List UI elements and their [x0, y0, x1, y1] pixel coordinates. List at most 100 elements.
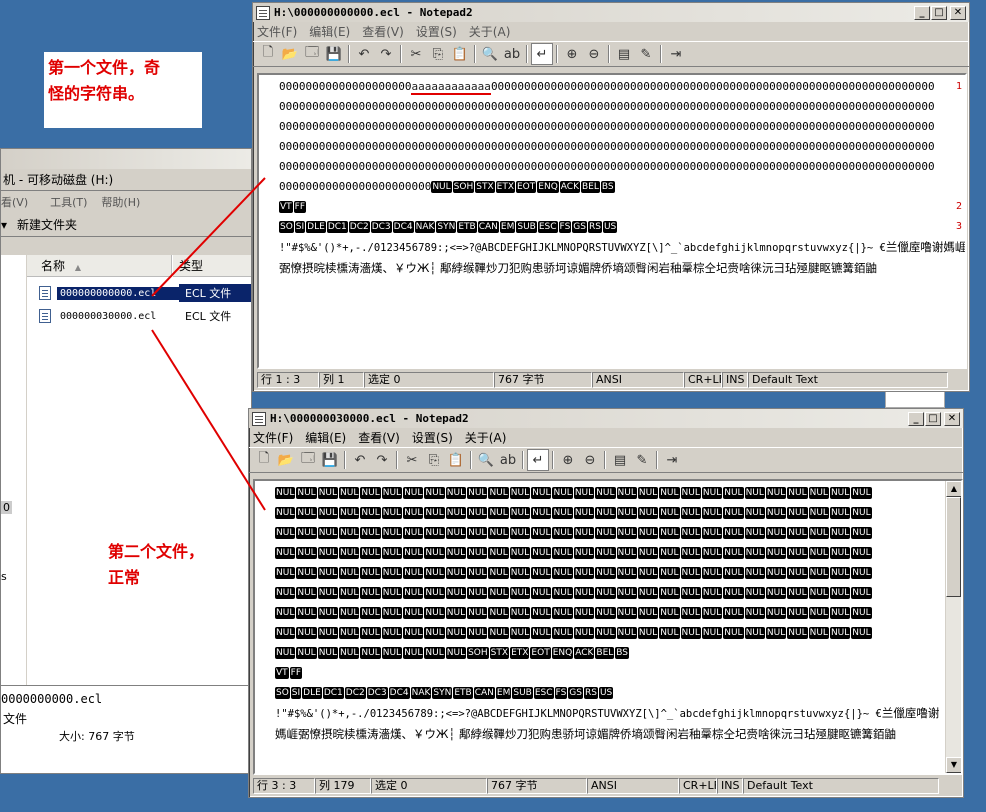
menu-view[interactable]: 查看(V) [362, 23, 404, 40]
text-line: 0000000000000000000000000000000000000000… [279, 140, 935, 153]
customize-icon[interactable]: ✎ [631, 449, 653, 471]
text-line: NUL NUL NUL NUL NUL NUL NUL NUL NUL NUL NUL NUL NUL N… [275, 485, 947, 501]
cut-icon[interactable]: ✂ [405, 43, 427, 65]
cut-icon[interactable]: ✂ [401, 449, 423, 471]
control-char-nul: NUL [723, 607, 744, 619]
browse-icon[interactable]: 🗔 [301, 43, 323, 65]
file-row[interactable]: 000000030000.ecl ECL 文件 [39, 307, 251, 325]
menu-view[interactable]: 查看(V) [358, 429, 400, 446]
scheme-icon[interactable]: ▤ [613, 43, 635, 65]
maximize-button[interactable]: □ [925, 411, 941, 426]
open-folder-icon[interactable]: 📂 [279, 43, 301, 65]
control-char-nul: NUL [275, 647, 296, 659]
control-char-nul: NUL [723, 587, 744, 599]
control-char-nul: NUL [360, 567, 381, 579]
scroll-thumb[interactable] [946, 497, 961, 597]
control-char-bs: BS [615, 647, 630, 659]
exit-icon[interactable]: ⇥ [661, 449, 683, 471]
toolbar-separator [348, 45, 350, 63]
status-encoding: ANSI [587, 778, 679, 794]
menu-edit[interactable]: 编辑(E) [305, 429, 346, 446]
editor-area[interactable]: 1 2 3 00000000000000000000aaaaaaaaaaaa00… [257, 73, 967, 369]
scroll-down-arrow[interactable]: ▼ [946, 757, 961, 773]
menu-settings[interactable]: 设置(S) [416, 23, 457, 40]
new-file-icon[interactable]: 🗋 [253, 449, 275, 471]
chevron-down-icon[interactable]: ▾ [1, 218, 7, 232]
maximize-button[interactable]: □ [931, 5, 947, 20]
zeros-segment: 0000000000000000000000000000000000000000… [490, 80, 935, 93]
menu-bar: 文件(F) 编辑(E) 查看(V) 设置(S) 关于(A) [249, 428, 963, 447]
word-wrap-icon[interactable]: ↵ [531, 43, 553, 65]
control-char-nul: NUL [701, 507, 723, 519]
text-line: NUL NUL NUL NUL NUL NUL NUL NUL NUL NUL NUL NUL NUL N… [275, 505, 947, 521]
explorer-menu-help[interactable]: 帮助(H) [101, 194, 140, 210]
control-char-nul: NUL [381, 527, 403, 539]
explorer-menu-view[interactable]: 看(V) [1, 194, 28, 210]
paste-icon[interactable]: 📋 [445, 449, 467, 471]
control-char-nul: NUL [595, 507, 616, 519]
control-char-nul: NUL [531, 567, 552, 579]
replace-icon[interactable]: ab [501, 43, 523, 65]
minimize-button[interactable]: _ [908, 411, 924, 426]
exit-icon[interactable]: ⇥ [665, 43, 687, 65]
menu-file[interactable]: 文件(F) [253, 429, 293, 446]
explorer-address[interactable]: 机 - 可移动磁盘 (H:) [1, 169, 251, 191]
control-char-nul: NUL [765, 527, 787, 539]
word-wrap-icon[interactable]: ↵ [527, 449, 549, 471]
zoom-out-icon[interactable]: ⊖ [583, 43, 605, 65]
column-header-name[interactable]: 名称 ▲ [27, 255, 172, 277]
control-char-us: US [598, 687, 614, 699]
control-char-nul: NUL [595, 587, 616, 599]
new-folder-button[interactable]: 新建文件夹 [17, 216, 77, 233]
control-char-nul: NUL [509, 487, 531, 499]
find-icon[interactable]: 🔍 [479, 43, 501, 65]
title-bar[interactable]: H:\000000030000.ecl - Notepad2 _ □ ✕ [249, 409, 963, 428]
control-char-nul: NUL [637, 527, 659, 539]
redo-icon[interactable]: ↷ [375, 43, 397, 65]
control-char-nul: NUL [787, 527, 808, 539]
find-icon[interactable]: 🔍 [475, 449, 497, 471]
replace-icon[interactable]: ab [497, 449, 519, 471]
note-2-line-1: 第二个文件， [108, 542, 205, 561]
undo-icon[interactable]: ↶ [353, 43, 375, 65]
redo-icon[interactable]: ↷ [371, 449, 393, 471]
control-char-ff: FF [289, 667, 303, 679]
customize-icon[interactable]: ✎ [635, 43, 657, 65]
copy-icon[interactable]: ⎘ [423, 449, 445, 471]
open-folder-icon[interactable]: 📂 [275, 449, 297, 471]
scheme-icon[interactable]: ▤ [609, 449, 631, 471]
menu-about[interactable]: 关于(A) [465, 429, 507, 446]
menu-settings[interactable]: 设置(S) [412, 429, 453, 446]
column-header-type[interactable]: 类型 [173, 255, 251, 277]
browse-icon[interactable]: 🗔 [297, 449, 319, 471]
copy-icon[interactable]: ⎘ [427, 43, 449, 65]
side-char: 0 [1, 501, 12, 514]
scroll-up-arrow[interactable]: ▲ [946, 481, 961, 497]
close-button[interactable]: ✕ [950, 5, 966, 20]
control-char-nul: NUL [467, 587, 488, 599]
undo-icon[interactable]: ↶ [349, 449, 371, 471]
new-file-icon[interactable]: 🗋 [257, 43, 279, 65]
menu-edit[interactable]: 编辑(E) [309, 23, 350, 40]
text-line: 0000000000000000000000000000000000000000… [279, 100, 935, 113]
explorer-menu-tools[interactable]: 工具(T) [50, 194, 87, 210]
control-char-nul: NUL [445, 607, 467, 619]
ascii-text: !"#$%&'()*+,-./0123456789:;<=>?@ABCDEFGH… [275, 708, 882, 720]
minimize-button[interactable]: _ [914, 5, 930, 20]
save-icon[interactable]: 💾 [323, 43, 345, 65]
file-row[interactable]: 000000000000.ecl ECL 文件 [39, 284, 251, 302]
vertical-scrollbar[interactable]: ▲ ▼ [945, 481, 961, 773]
menu-file[interactable]: 文件(F) [257, 23, 297, 40]
title-bar[interactable]: H:\000000000000.ecl - Notepad2 _ □ ✕ [253, 3, 969, 22]
control-char-nul: NUL [339, 507, 360, 519]
close-button[interactable]: ✕ [944, 411, 960, 426]
control-char-nul: NUL [509, 567, 531, 579]
menu-about[interactable]: 关于(A) [469, 23, 511, 40]
side-char: s [1, 570, 7, 583]
zoom-in-icon[interactable]: ⊕ [557, 449, 579, 471]
save-icon[interactable]: 💾 [319, 449, 341, 471]
zoom-in-icon[interactable]: ⊕ [561, 43, 583, 65]
paste-icon[interactable]: 📋 [449, 43, 471, 65]
zoom-out-icon[interactable]: ⊖ [579, 449, 601, 471]
editor-area[interactable]: 2 3 NULNULNULNULNULNULNULNULNULNULNULNUL… [253, 479, 963, 775]
